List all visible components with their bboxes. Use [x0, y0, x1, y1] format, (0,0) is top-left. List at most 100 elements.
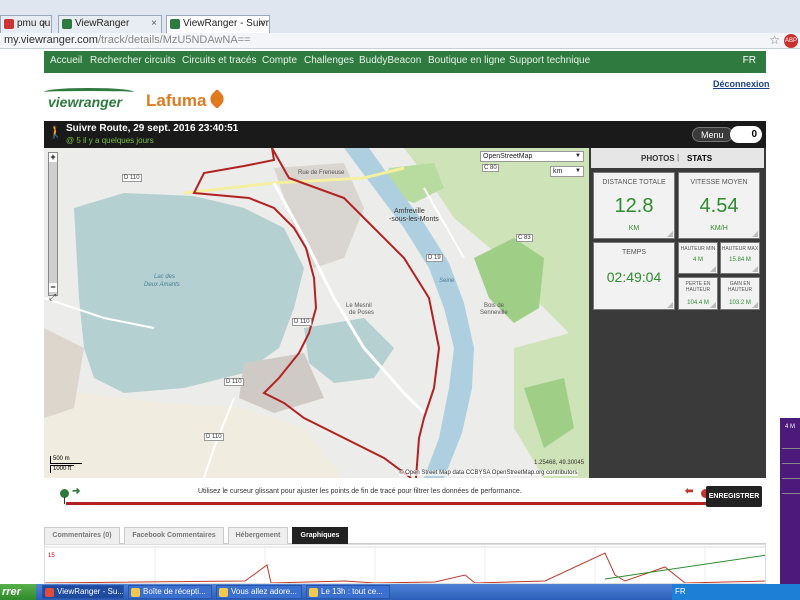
route-header: 🚶 Suivre Route, 29 sept. 2016 23:40:51 @… [44, 121, 766, 148]
nav-item-circuits[interactable]: Circuits et tracés [182, 55, 256, 66]
distance-line [604, 554, 765, 580]
side-promo-panel[interactable]: 4 M [780, 418, 800, 584]
map-unit-select[interactable]: km ▼ [550, 166, 584, 177]
address-bar[interactable]: my.viewranger.com/track/details/MzU5NDAw… [0, 33, 800, 49]
save-button[interactable]: ENREGISTRER [706, 486, 762, 507]
taskbar-item[interactable]: ViewRanger - Su... [42, 585, 124, 599]
menu-button[interactable]: Menu [692, 127, 733, 142]
browser-tab[interactable]: ViewRanger × [58, 15, 162, 33]
panel-tabs: PHOTOS | STATS [591, 148, 764, 168]
taskbar-item[interactable]: Le 13h : tout ce... [306, 585, 390, 599]
tab-hebergement[interactable]: Hébergement [228, 527, 288, 544]
taskbar-item[interactable]: Vous allez adore... [216, 585, 302, 599]
fullscreen-icon[interactable]: ⤢ [49, 292, 59, 302]
map-label: Amfreville [394, 208, 425, 215]
zoom-out-button[interactable]: − [49, 283, 57, 292]
route-title: Suivre Route, 29 sept. 2016 23:40:51 [66, 123, 239, 134]
viewranger-logo[interactable]: viewranger [44, 88, 136, 112]
leaf-icon [207, 89, 228, 109]
expand-corner-icon [710, 266, 716, 272]
nav-item-accueil[interactable]: Accueil [50, 55, 82, 66]
map-attribution[interactable]: © Open Street Map data CCBYSA OpenStreet… [399, 470, 578, 476]
viewranger-favicon-icon [170, 19, 180, 29]
tab-facebook-comments[interactable]: Facebook Commentaires [124, 527, 224, 544]
arrow-right-icon: ➜ [72, 486, 81, 497]
graph-y-label: 15 [48, 553, 55, 559]
lafuma-logo-text: Lafuma [146, 91, 207, 110]
stat-card-alt-max[interactable]: HAUTEUR MAX 15.84 M [720, 242, 760, 274]
stat-card-distance[interactable]: DISTANCE TOTALE 12.8 KM [593, 172, 675, 239]
logout-link[interactable]: Déconnexion [713, 79, 770, 89]
language-selector[interactable]: FR [743, 55, 756, 66]
lafuma-logo[interactable]: Lafuma [146, 89, 228, 111]
map-layer-select[interactable]: OpenStreetMap ▼ [480, 151, 584, 162]
start-button[interactable]: rrer [0, 584, 36, 600]
expand-corner-icon [710, 302, 716, 308]
slider-track[interactable] [66, 502, 706, 505]
stat-label: DISTANCE TOTALE [602, 179, 666, 186]
map-unit-value: km [553, 168, 563, 175]
stat-label: PERTE EN HAUTEUR [685, 281, 711, 293]
browser-tab-active[interactable]: ViewRanger - Suivre R × [166, 15, 270, 33]
close-tab-icon[interactable]: × [259, 16, 265, 32]
route-count-badge: 0 [730, 126, 762, 143]
elevation-line [45, 552, 765, 583]
road-label: D 19 [426, 254, 443, 262]
site-nav-bar: Accueil Rechercher circuits Circuits et … [44, 51, 766, 73]
content-tabs: Commentaires (0) Facebook Commentaires H… [44, 527, 766, 544]
close-tab-icon[interactable]: × [41, 16, 47, 32]
graph-canvas [45, 545, 765, 583]
chevron-down-icon: ▼ [575, 168, 581, 174]
stat-card-time[interactable]: TEMPS 02:49:04 [593, 242, 675, 310]
browser-tab-bar: pmu quinté × ViewRanger × ViewRanger - S… [0, 0, 800, 33]
taskbar-item[interactable]: Boîte de récepti... [128, 585, 212, 599]
tab-photos[interactable]: PHOTOS [641, 154, 675, 163]
stat-card-speed[interactable]: VITESSE MOYEN 4.54 KM/H [678, 172, 760, 239]
nav-item-compte[interactable]: Compte [262, 55, 297, 66]
road-label: C 83 [516, 234, 533, 242]
expand-corner-icon [752, 266, 758, 272]
promo-divider [782, 448, 800, 449]
browser-tab[interactable]: pmu quinté × [0, 15, 52, 33]
nav-item-rechercher[interactable]: Rechercher circuits [90, 55, 176, 66]
map-coordinates: 1.25468, 49.30045 [534, 460, 585, 466]
stat-card-loss[interactable]: PERTE EN HAUTEUR 104.4 M [678, 277, 718, 310]
nav-item-buddybeacon[interactable]: BuddyBeacon [359, 55, 421, 66]
map-label: Deux Amants [144, 282, 180, 288]
map-label: Bois de [484, 303, 505, 309]
nav-item-challenges[interactable]: Challenges [304, 55, 354, 66]
expand-corner-icon [667, 302, 673, 308]
zoom-in-button[interactable]: + [49, 153, 57, 162]
road-label: D 110 [224, 378, 244, 386]
nav-item-boutique[interactable]: Boutique en ligne [428, 55, 505, 66]
road-label: C 80 [482, 164, 499, 172]
tab-graphiques[interactable]: Graphiques [292, 527, 348, 544]
chevron-down-icon: ▼ [575, 153, 581, 159]
system-tray: FR [672, 584, 800, 600]
map-label: Rue de Freneuse [298, 170, 345, 176]
stat-unit: KM [628, 225, 640, 232]
tab-favicon-icon [4, 19, 14, 29]
scale-metric: 500 m [50, 456, 82, 464]
nav-item-support[interactable]: Support technique [509, 55, 590, 66]
tab-separator: | [677, 153, 680, 162]
road-label: D 110 [122, 174, 142, 182]
hiker-icon: 🚶 [48, 125, 63, 139]
url-text[interactable]: my.viewranger.com/track/details/MzU5NDAw… [4, 34, 251, 46]
tab-stats[interactable]: STATS [687, 154, 712, 163]
extension-icon[interactable]: ABP [784, 34, 798, 48]
elevation-graph[interactable]: 15 [44, 544, 766, 584]
tab-comments[interactable]: Commentaires (0) [44, 527, 120, 544]
map-view[interactable]: + − ⤢ OpenStreetMap ▼ km ▼ Rue de Freneuse… [44, 148, 589, 478]
expand-corner-icon [667, 231, 673, 237]
stat-label: GAIN EN HAUTEUR [727, 281, 753, 293]
language-indicator[interactable]: FR [675, 587, 686, 596]
stat-card-gain[interactable]: GAIN EN HAUTEUR 103.2 M [720, 277, 760, 310]
zoom-control[interactable]: + − [48, 152, 58, 296]
scale-imperial: 1000 ft [50, 465, 74, 473]
mail-icon [131, 588, 140, 597]
bookmark-star-icon[interactable]: ☆ [769, 33, 780, 47]
stat-card-alt-min[interactable]: HAUTEUR MIN 4 M [678, 242, 718, 274]
stat-label: HAUTEUR MIN [680, 246, 716, 252]
close-tab-icon[interactable]: × [151, 16, 157, 32]
